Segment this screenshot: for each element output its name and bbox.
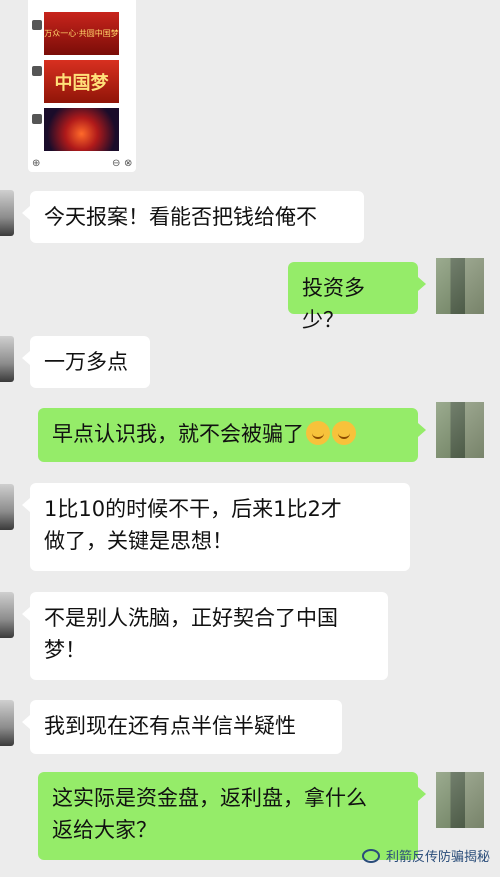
message-bubble-4[interactable]: 早点认识我，就不会被骗了 — [38, 408, 426, 462]
message-text-line: 1比10的时候不干，后来1比2才 — [44, 497, 342, 521]
wechat-official-account-icon — [362, 848, 380, 863]
thumb-avatar — [32, 20, 42, 30]
message-bubble-1[interactable]: 今天报案！看能否把钱给俺不 — [22, 191, 364, 243]
message-text-line: 梦！ — [44, 638, 86, 662]
thumbnail-1-text: 万众一心·共圆中国梦 — [44, 29, 119, 38]
watermark: 利箭反传防骗揭秘 — [362, 846, 490, 865]
contact-avatar[interactable] — [0, 190, 14, 236]
message-bubble-2[interactable]: 投资多少？ — [288, 262, 426, 332]
self-avatar[interactable] — [436, 772, 484, 828]
watermark-text: 利箭反传防骗揭秘 — [386, 850, 491, 865]
message-text: 我到现在还有点半信半疑性 — [44, 714, 296, 738]
message-bubble-8[interactable]: 这实际是资金盘，返利盘，拿什么 返给大家？ — [38, 772, 426, 860]
message-bubble-7[interactable]: 我到现在还有点半信半疑性 — [22, 700, 342, 754]
message-text-line: 这实际是资金盘，返利盘，拿什么 — [52, 786, 367, 810]
message-text: 一万多点 — [44, 350, 128, 374]
self-avatar[interactable] — [436, 258, 484, 314]
message-bubble-3[interactable]: 一万多点 — [22, 336, 150, 388]
thumb-avatar — [32, 114, 42, 124]
message-text: 早点认识我，就不会被骗了 — [52, 422, 304, 446]
crying-laughing-emoji — [306, 421, 330, 445]
contact-avatar[interactable] — [0, 336, 14, 382]
thumb-avatar — [32, 66, 42, 76]
zoom-out-icon[interactable]: ⊖ — [112, 158, 120, 169]
thumbnail-2-text: 中国梦 — [54, 72, 109, 94]
forwarded-card[interactable]: 万众一心·共圆中国梦 中国梦 ⊕ ⊖ ⊗ — [28, 0, 136, 172]
message-text: 今天报案！看能否把钱给俺不 — [44, 205, 317, 229]
contact-avatar[interactable] — [0, 484, 14, 530]
close-icon[interactable]: ⊗ — [124, 158, 132, 169]
thumbnail-3[interactable] — [44, 108, 119, 151]
zoom-in-icon[interactable]: ⊕ — [32, 158, 40, 169]
thumbnail-2[interactable]: 中国梦 — [44, 60, 119, 103]
crying-laughing-emoji — [332, 421, 356, 445]
message-bubble-5[interactable]: 1比10的时候不干，后来1比2才 做了，关键是思想！ — [22, 483, 410, 571]
contact-avatar[interactable] — [0, 700, 14, 746]
contact-avatar[interactable] — [0, 592, 14, 638]
message-text-line: 不是别人洗脑，正好契合了中国 — [44, 606, 338, 630]
message-text-line: 返给大家？ — [52, 818, 157, 842]
self-avatar[interactable] — [436, 402, 484, 458]
thumbnail-1[interactable]: 万众一心·共圆中国梦 — [44, 12, 119, 55]
message-text: 投资多少？ — [302, 276, 365, 332]
message-bubble-6[interactable]: 不是别人洗脑，正好契合了中国 梦！ — [22, 592, 388, 680]
message-text-line: 做了，关键是思想！ — [44, 529, 233, 553]
